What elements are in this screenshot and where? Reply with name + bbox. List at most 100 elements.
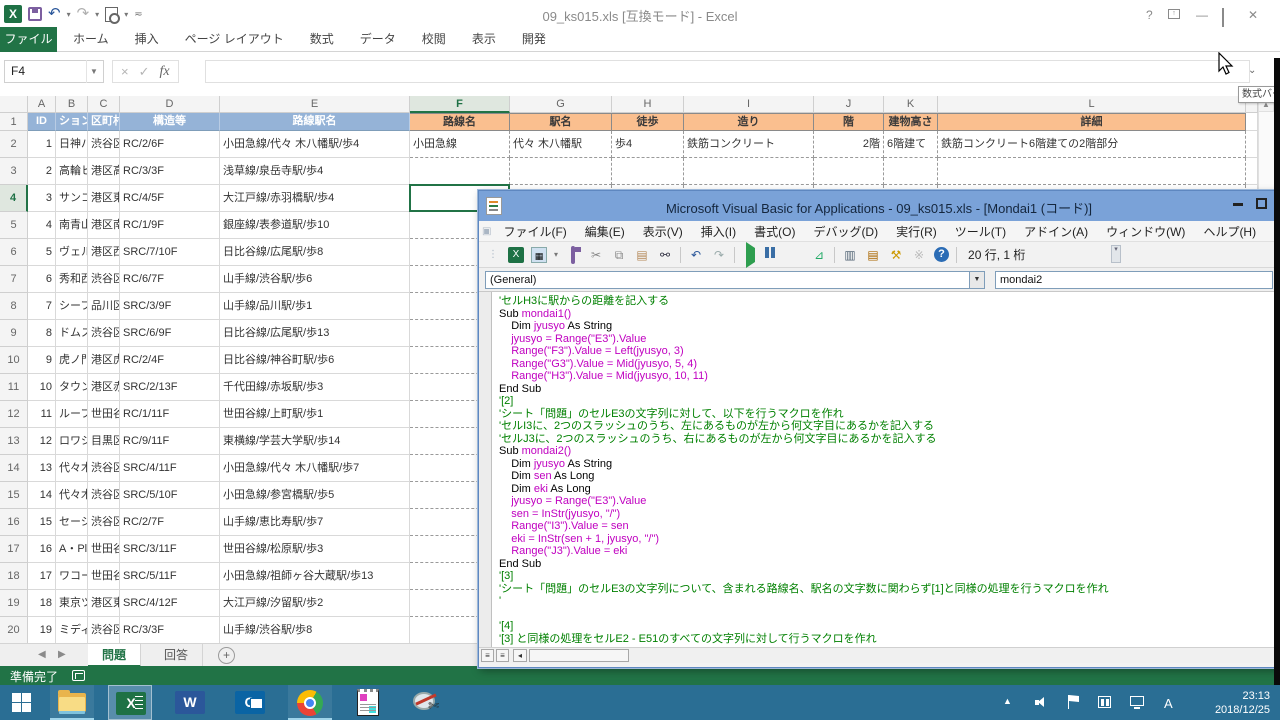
cell-D15[interactable]: SRC/5/10F <box>120 482 220 509</box>
cell-E14[interactable]: 小田急線/代々 木八幡駅/歩7 <box>220 455 410 482</box>
hidden-icons-arrow-icon[interactable]: ▲ <box>1003 696 1012 706</box>
cell-B4[interactable]: サンコ <box>56 185 88 212</box>
row-header-13[interactable]: 13 <box>0 428 28 455</box>
cell-A2[interactable]: 1 <box>28 131 56 158</box>
formula-input[interactable] <box>205 60 1250 83</box>
view-excel-icon[interactable]: X <box>508 247 524 263</box>
cell-A12[interactable]: 11 <box>28 401 56 428</box>
cell-B18[interactable]: ワコー <box>56 563 88 590</box>
cell-E8[interactable]: 山手線/品川駅/歩1 <box>220 293 410 320</box>
ribbon-tab[interactable]: ページ レイアウト <box>172 27 297 52</box>
cell-C3[interactable]: 港区高 <box>88 158 120 185</box>
vba-menu-item[interactable]: アドイン(A) <box>1015 223 1097 240</box>
cell-E16[interactable]: 山手線/恵比寿駅/歩7 <box>220 509 410 536</box>
cell-D7[interactable]: RC/6/7F <box>120 266 220 293</box>
vba-menu-item[interactable]: ファイル(F) <box>494 223 575 240</box>
vba-menu-item[interactable]: 編集(E) <box>576 223 634 240</box>
cell-A16[interactable]: 15 <box>28 509 56 536</box>
column-header-L[interactable]: L <box>938 96 1246 113</box>
vba-menu-item[interactable]: ヘルプ(H) <box>1194 223 1265 240</box>
ribbon-display-options-icon[interactable]: ↑ <box>1168 9 1180 19</box>
run-icon[interactable] <box>742 247 758 263</box>
cell-E20[interactable]: 山手線/渋谷駅/歩8 <box>220 617 410 644</box>
restore-icon[interactable] <box>1222 8 1224 27</box>
cell-D13[interactable]: RC/9/11F <box>120 428 220 455</box>
cell-B3[interactable]: 高輪ヒ <box>56 158 88 185</box>
row-header-18[interactable]: 18 <box>0 563 28 590</box>
split-view-icon-2[interactable]: ≡ <box>496 649 509 662</box>
cell-E19[interactable]: 大江戸線/汐留駅/歩2 <box>220 590 410 617</box>
cell-E15[interactable]: 小田急線/参宮橋駅/歩5 <box>220 482 410 509</box>
cell-B14[interactable]: 代々木 <box>56 455 88 482</box>
cell-A13[interactable]: 12 <box>28 428 56 455</box>
cell-A19[interactable]: 18 <box>28 590 56 617</box>
vba-help-icon[interactable]: ? <box>934 247 949 262</box>
cell-C14[interactable]: 渋谷区 <box>88 455 120 482</box>
cell-B19[interactable]: 東京ツ <box>56 590 88 617</box>
properties-window-icon[interactable]: ▤ <box>865 247 881 263</box>
cell-B2[interactable]: 日神パ <box>56 131 88 158</box>
cell-D9[interactable]: SRC/6/9F <box>120 320 220 347</box>
hscroll-thumb[interactable] <box>529 649 629 662</box>
column-header-E[interactable]: E <box>220 96 410 113</box>
cell-E7[interactable]: 山手線/渋谷駅/歩6 <box>220 266 410 293</box>
cell-B20[interactable]: ミディ <box>56 617 88 644</box>
cell-C16[interactable]: 渋谷区 <box>88 509 120 536</box>
cell-C8[interactable]: 品川区 <box>88 293 120 320</box>
cell-B16[interactable]: セージ <box>56 509 88 536</box>
undo-icon[interactable]: ↶ <box>48 7 61 21</box>
column-header-I[interactable]: I <box>684 96 814 113</box>
cell-D12[interactable]: RC/1/11F <box>120 401 220 428</box>
cell-A6[interactable]: 5 <box>28 239 56 266</box>
cell-B8[interactable]: シーフ <box>56 293 88 320</box>
cell-C2[interactable]: 渋谷区 <box>88 131 120 158</box>
ribbon-tab[interactable]: ホーム <box>60 27 122 52</box>
vba-menu-item[interactable]: 書式(O) <box>745 223 804 240</box>
vba-redo-icon[interactable]: ↷ <box>711 247 727 263</box>
column-header-A[interactable]: A <box>28 96 56 113</box>
sheet-next-icon[interactable]: ▶ <box>58 649 66 660</box>
column-header-C[interactable]: C <box>88 96 120 113</box>
vba-maximize-icon[interactable] <box>1256 198 1267 209</box>
vba-menu-item[interactable]: ウィンドウ(W) <box>1097 223 1194 240</box>
cell-E4[interactable]: 大江戸線/赤羽橋駅/歩4 <box>220 185 410 212</box>
cell-H3[interactable] <box>612 158 684 185</box>
object-dropdown[interactable]: (General) ▼ <box>485 271 985 289</box>
cell-C9[interactable]: 渋谷区 <box>88 320 120 347</box>
cell-A8[interactable]: 7 <box>28 293 56 320</box>
cell-F2[interactable]: 小田急線 <box>410 131 510 158</box>
taskbar-outlook-button[interactable]: O <box>228 685 272 720</box>
column-header-H[interactable]: H <box>612 96 684 113</box>
split-view-icon[interactable]: ≡ <box>481 649 494 662</box>
cell-M1[interactable] <box>1246 113 1258 131</box>
cell-H2[interactable]: 歩4 <box>612 131 684 158</box>
cell-B17[interactable]: A・Pl <box>56 536 88 563</box>
cell-E11[interactable]: 千代田線/赤坂駅/歩3 <box>220 374 410 401</box>
cell-I3[interactable] <box>684 158 814 185</box>
save-icon[interactable] <box>28 7 42 21</box>
cell-A20[interactable]: 19 <box>28 617 56 644</box>
redo-dropdown-icon[interactable]: ▾ <box>95 10 99 19</box>
name-box-dropdown-icon[interactable]: ▼ <box>86 60 101 83</box>
cell-A15[interactable]: 14 <box>28 482 56 509</box>
row-header-1[interactable]: 1 <box>0 113 28 131</box>
object-browser-icon[interactable]: ※ <box>911 247 927 263</box>
cell-F3[interactable] <box>410 158 510 185</box>
column-header-B[interactable]: B <box>56 96 88 113</box>
vba-menu-item[interactable]: ツール(T) <box>946 223 1015 240</box>
row-header-11[interactable]: 11 <box>0 374 28 401</box>
cell-D3[interactable]: RC/3/3F <box>120 158 220 185</box>
cell-G2[interactable]: 代々 木八幡駅 <box>510 131 612 158</box>
row-header-10[interactable]: 10 <box>0 347 28 374</box>
cell-E12[interactable]: 世田谷線/上町駅/歩1 <box>220 401 410 428</box>
cell-D6[interactable]: SRC/7/10F <box>120 239 220 266</box>
scroll-left-icon[interactable]: ◂ <box>513 649 527 662</box>
cell-B11[interactable]: タウン <box>56 374 88 401</box>
cell-E2[interactable]: 小田急線/代々 木八幡駅/歩4 <box>220 131 410 158</box>
taskbar-clock[interactable]: 23:13 2018/12/25 <box>1215 689 1270 717</box>
cell-G3[interactable] <box>510 158 612 185</box>
redo-icon[interactable]: ↷ <box>77 7 90 21</box>
ribbon-tab[interactable]: 校閲 <box>409 27 459 52</box>
copy-icon[interactable]: ⧉ <box>611 247 627 263</box>
ribbon-tab[interactable]: 数式 <box>297 27 347 52</box>
